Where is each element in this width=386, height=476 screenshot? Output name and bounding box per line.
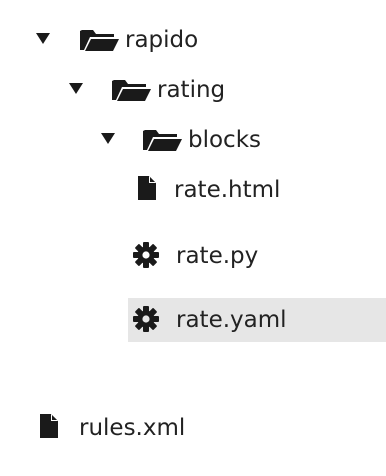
tree-folder-rapido[interactable]: rapido: [0, 18, 386, 62]
file-icon: [138, 176, 156, 200]
caret-down-icon[interactable]: [99, 129, 117, 147]
folder-open-icon: [80, 30, 119, 51]
file-tree: rapido rating blocks rate.html rate.py r…: [0, 0, 386, 476]
tree-item-label: rate.py: [176, 243, 259, 269]
tree-item-label: rapido: [125, 27, 199, 53]
gear-icon: [133, 242, 159, 268]
folder-open-icon: [112, 80, 151, 101]
caret-down-icon[interactable]: [67, 79, 85, 97]
file-icon: [40, 414, 58, 438]
tree-item-label: rules.xml: [79, 415, 186, 441]
tree-folder-blocks[interactable]: blocks: [0, 118, 386, 162]
tree-item-label: rate.yaml: [176, 307, 287, 333]
tree-file-rate-yaml[interactable]: rate.yaml: [0, 298, 386, 342]
tree-file-rate-py[interactable]: rate.py: [0, 234, 386, 278]
tree-folder-rating[interactable]: rating: [0, 68, 386, 112]
tree-item-label: blocks: [188, 127, 262, 153]
gear-icon: [133, 306, 159, 332]
caret-down-icon[interactable]: [34, 29, 52, 47]
tree-file-rules-xml[interactable]: rules.xml: [0, 406, 386, 450]
tree-item-label: rating: [157, 77, 226, 103]
tree-item-label: rate.html: [174, 177, 281, 203]
folder-open-icon: [143, 130, 182, 151]
tree-file-rate-html[interactable]: rate.html: [0, 168, 386, 212]
